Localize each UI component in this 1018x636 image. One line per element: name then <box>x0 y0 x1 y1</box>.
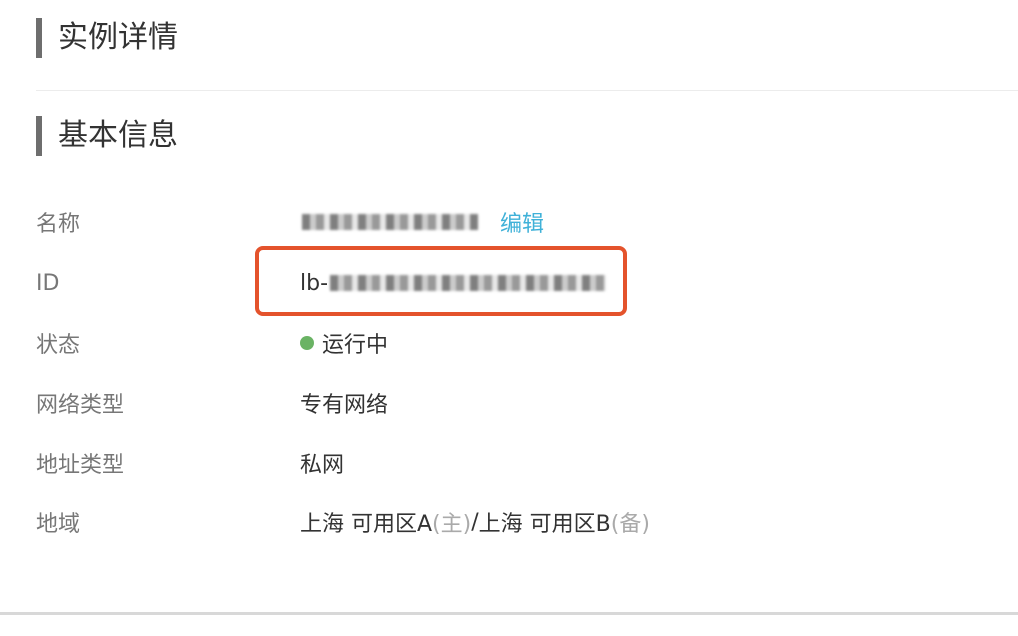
section-divider <box>36 90 1018 91</box>
info-row-region: 地域 上海 可用区A (主) / 上海 可用区B (备) <box>36 502 1018 542</box>
region-label: 地域 <box>36 512 81 537</box>
network-type-label: 网络类型 <box>36 393 125 418</box>
redacted-name-value <box>302 214 478 230</box>
instance-detail-page: 实例详情 基本信息 名称 编辑 ID lb- 状态 运行中 网络类型 专有网络 … <box>0 0 1018 636</box>
address-type-value: 私网 <box>300 453 345 478</box>
status-value: 运行中 <box>300 327 388 359</box>
section-accent-bar <box>36 18 42 58</box>
address-type-label: 地址类型 <box>36 453 125 478</box>
region-separator: / <box>471 509 479 535</box>
name-value: 编辑 <box>300 206 544 238</box>
info-row-status: 状态 运行中 <box>36 323 1018 363</box>
edit-name-link[interactable]: 编辑 <box>500 206 544 238</box>
info-row-network-type: 网络类型 专有网络 <box>36 383 1018 423</box>
status-running-icon <box>300 336 314 350</box>
bottom-divider <box>0 612 1018 615</box>
section-accent-bar <box>36 116 42 156</box>
region-backup: 上海 可用区B <box>478 512 611 537</box>
info-row-name: 名称 编辑 <box>36 202 1018 242</box>
region-primary: 上海 可用区A <box>300 512 433 537</box>
instance-details-title: 实例详情 <box>58 20 178 55</box>
status-text: 运行中 <box>322 333 389 358</box>
basic-info-title: 基本信息 <box>58 118 178 153</box>
region-primary-note: (主) <box>432 512 472 537</box>
instance-details-header: 实例详情 <box>36 18 178 58</box>
info-row-address-type: 地址类型 私网 <box>36 443 1018 483</box>
status-label: 状态 <box>36 333 81 358</box>
network-type-value: 专有网络 <box>300 393 389 418</box>
basic-info-header: 基本信息 <box>36 116 178 156</box>
id-highlight-annotation <box>255 246 627 316</box>
name-label: 名称 <box>36 212 81 237</box>
region-backup-note: (备) <box>610 512 650 537</box>
region-value: 上海 可用区A (主) / 上海 可用区B (备) <box>300 506 650 538</box>
